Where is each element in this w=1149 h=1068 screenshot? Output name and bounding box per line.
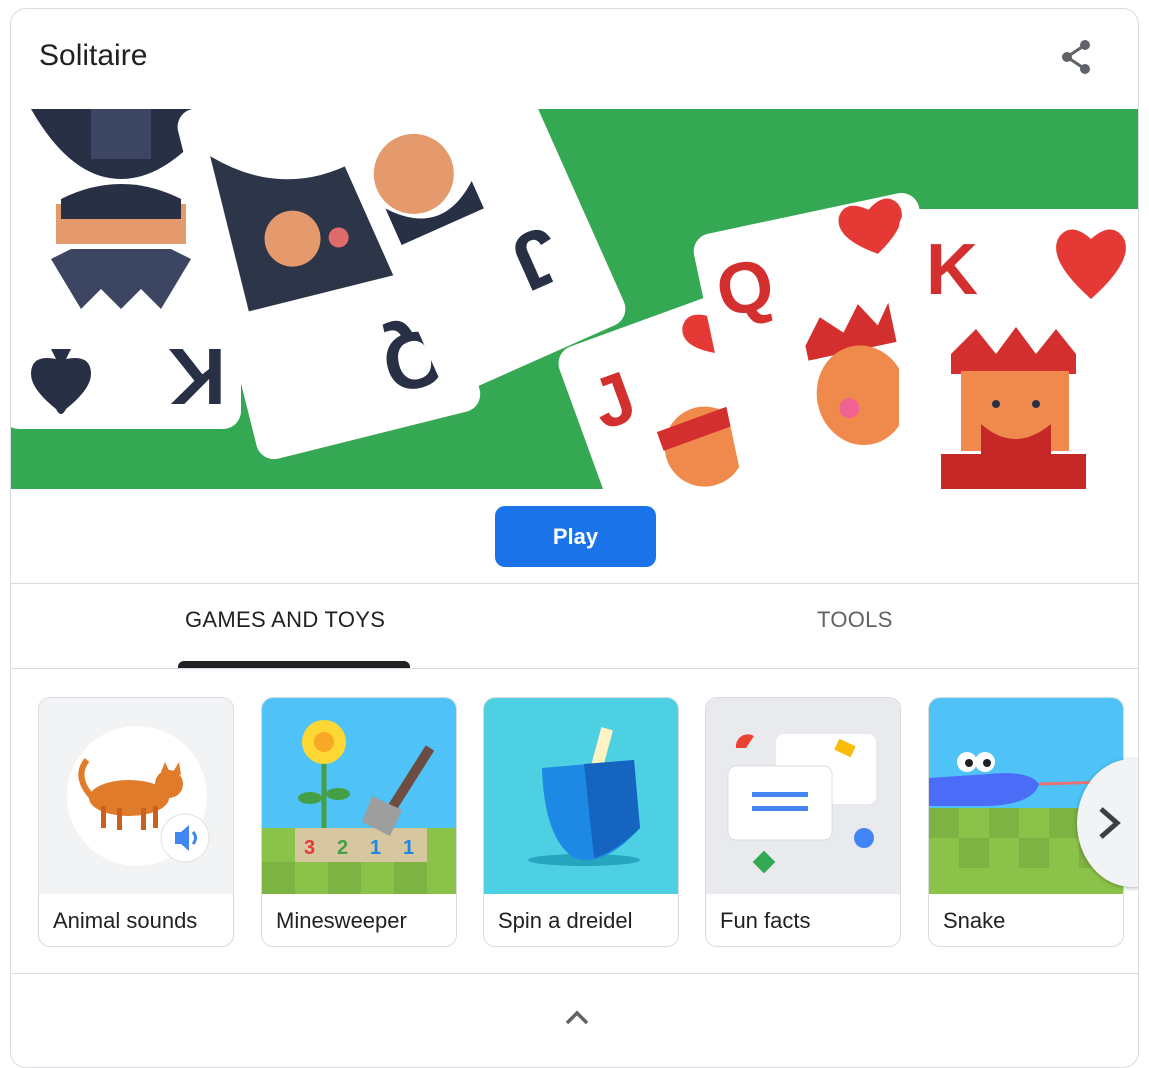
play-button[interactable]: Play <box>495 506 656 567</box>
minesweeper-number: 2 <box>337 837 348 859</box>
divider <box>11 668 1138 669</box>
minesweeper-number: 1 <box>403 837 414 859</box>
tile-label: Fun facts <box>720 908 811 933</box>
tile-minesweeper[interactable]: 3 2 1 1 Minesweeper <box>261 697 457 947</box>
tab-games-and-toys[interactable]: GAMES AND TOYS <box>185 607 385 633</box>
tile-fun-facts[interactable]: Fun facts <box>705 697 901 947</box>
chevron-up-icon[interactable] <box>559 1003 595 1033</box>
solitaire-hero-image[interactable]: K Q J J Q K <box>11 49 1138 630</box>
tile-animal-sounds[interactable]: Animal sounds <box>38 697 234 947</box>
king-of-hearts-card: K <box>899 209 1138 529</box>
svg-text:K: K <box>168 332 226 421</box>
svg-text:K: K <box>926 230 978 310</box>
card-header: Solitaire <box>11 9 1138 109</box>
minesweeper-number: 3 <box>304 837 315 859</box>
tile-label: Minesweeper <box>276 908 407 933</box>
tile-spin-a-dreidel[interactable]: Spin a dreidel <box>483 697 679 947</box>
minesweeper-number: 1 <box>370 837 381 859</box>
share-icon[interactable] <box>1055 35 1099 79</box>
solitaire-card: Solitaire K Q J J Q K Play GAMES AND TOY… <box>10 8 1139 1068</box>
divider <box>11 583 1138 584</box>
tile-label: Snake <box>943 908 1006 933</box>
fun-facts-icon <box>706 698 900 894</box>
cat-icon <box>39 698 233 894</box>
tile-label: Animal sounds <box>53 908 198 933</box>
minesweeper-icon: 3 2 1 1 <box>262 698 456 894</box>
chevron-right-icon <box>1099 807 1121 839</box>
page-title: Solitaire <box>39 39 148 72</box>
tab-tools[interactable]: TOOLS <box>817 607 893 633</box>
divider <box>11 973 1138 974</box>
dreidel-icon <box>484 698 678 894</box>
tile-label: Spin a dreidel <box>498 908 633 933</box>
